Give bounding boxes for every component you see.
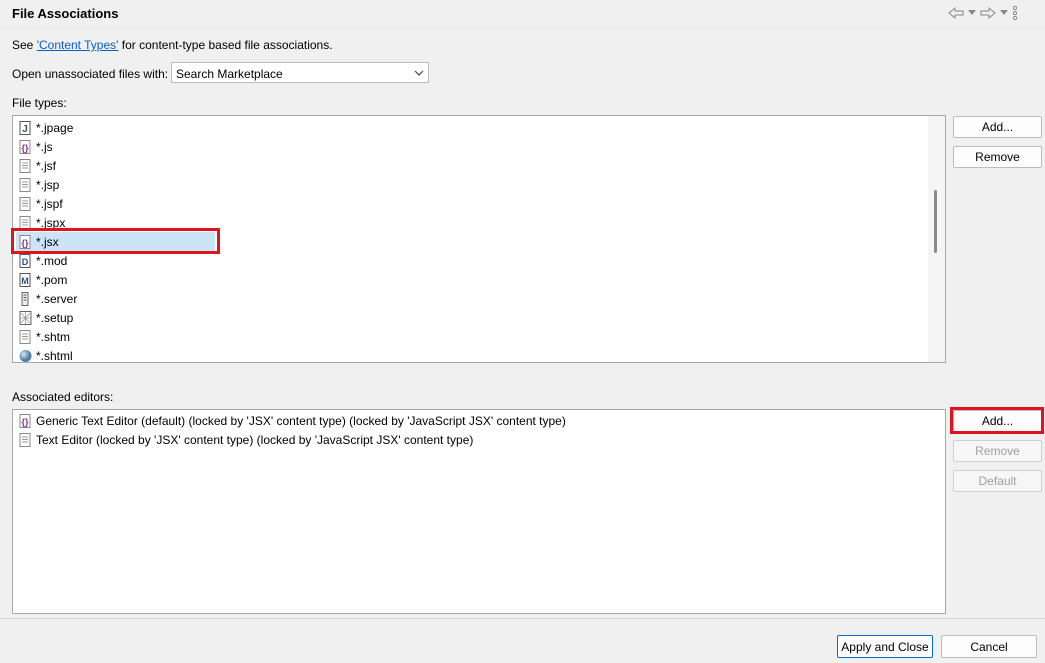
associated-editors-label: Associated editors: — [12, 390, 114, 404]
list-item-label: *.jsp — [36, 177, 60, 192]
list-item[interactable]: *.jspf — [19, 194, 63, 213]
svg-text:J: J — [22, 124, 28, 135]
list-item[interactable]: *.shtm — [19, 327, 70, 346]
list-item[interactable]: D *.mod — [19, 251, 67, 270]
header-divider — [0, 28, 1045, 29]
list-item[interactable]: J *.jpage — [19, 118, 73, 137]
list-item[interactable]: *.jsf — [19, 156, 56, 175]
svg-text:{}: {} — [21, 143, 29, 153]
globe-icon — [19, 349, 32, 363]
list-item-label: *.server — [36, 291, 78, 306]
list-item[interactable]: {} Generic Text Editor (default) (locked… — [19, 411, 566, 430]
text-file-icon — [19, 432, 32, 447]
svg-text:{}: {} — [21, 238, 29, 248]
list-item-label: *.setup — [36, 310, 74, 325]
text-file-icon — [19, 329, 32, 344]
svg-text:D: D — [22, 257, 29, 267]
svg-text:M: M — [21, 276, 29, 286]
file-types-label: File types: — [12, 96, 67, 110]
apply-and-close-button[interactable]: Apply and Close — [837, 635, 933, 658]
list-item[interactable]: Text Editor (locked by 'JSX' content typ… — [19, 430, 473, 449]
select-value: Search Marketplace — [176, 67, 283, 81]
list-item[interactable]: {} *.js — [19, 137, 53, 156]
text-file-icon — [19, 177, 32, 192]
file-types-add-button[interactable]: Add... — [953, 116, 1042, 138]
list-item-label: *.jsx — [36, 234, 59, 249]
list-item-label: Text Editor (locked by 'JSX' content typ… — [36, 432, 474, 447]
forward-dropdown-icon[interactable] — [1000, 5, 1008, 21]
d-file-icon: D — [19, 253, 32, 268]
list-item[interactable]: *.jspx — [19, 213, 65, 232]
list-item-label: *.mod — [36, 253, 68, 268]
chevron-down-icon — [414, 67, 424, 81]
text-file-icon — [19, 158, 32, 173]
list-item-label: *.jpage — [36, 120, 74, 135]
js-file-icon: {} — [19, 234, 32, 249]
setup-file-icon — [19, 310, 32, 325]
scrollbar-thumb[interactable] — [934, 190, 937, 253]
list-item-label: *.jspx — [36, 215, 66, 230]
associated-editors-list[interactable]: {} Generic Text Editor (default) (locked… — [12, 409, 946, 614]
text-file-icon — [19, 215, 32, 230]
list-item-label: *.js — [36, 139, 53, 154]
hint-prefix: See — [12, 38, 37, 52]
js-file-icon: {} — [19, 139, 32, 154]
list-item[interactable]: *.jsp — [19, 175, 59, 194]
content-types-hint: See 'Content Types' for content-type bas… — [12, 38, 333, 52]
footer-divider — [0, 618, 1045, 619]
editors-default-button[interactable]: Default — [953, 470, 1042, 492]
server-file-icon — [19, 291, 32, 306]
hint-suffix: for content-type based file associations… — [118, 38, 333, 52]
editors-add-button[interactable]: Add... — [953, 410, 1042, 432]
editors-remove-button[interactable]: Remove — [953, 440, 1042, 462]
list-item[interactable]: *.shtml — [19, 346, 73, 363]
content-types-link[interactable]: 'Content Types' — [37, 38, 119, 52]
cancel-button[interactable]: Cancel — [941, 635, 1037, 658]
forward-arrow-icon[interactable] — [980, 5, 996, 21]
page-title: File Associations — [12, 6, 119, 21]
list-item[interactable]: *.setup — [19, 308, 73, 327]
list-item-label: *.shtml — [36, 348, 73, 363]
text-file-icon — [19, 196, 32, 211]
back-arrow-icon[interactable] — [948, 5, 964, 21]
list-item-selected[interactable]: {} *.jsx — [16, 232, 215, 251]
file-types-list[interactable]: J *.jpage {} *.js *.jsf *.jsp *.jspf *.j… — [12, 115, 946, 363]
list-item-label: *.shtm — [36, 329, 71, 344]
list-item[interactable]: *.server — [19, 289, 77, 308]
nav-toolbar — [948, 5, 1018, 21]
js-file-icon: {} — [19, 413, 32, 428]
list-item-label: *.jspf — [36, 196, 63, 211]
open-unassociated-label: Open unassociated files with: — [12, 67, 169, 81]
list-item[interactable]: M *.pom — [19, 270, 67, 289]
svg-text:{}: {} — [21, 417, 29, 427]
more-options-icon[interactable] — [1012, 5, 1018, 21]
back-dropdown-icon[interactable] — [968, 5, 976, 21]
file-types-remove-button[interactable]: Remove — [953, 146, 1042, 168]
java-file-icon: J — [19, 120, 32, 135]
list-item-label: *.jsf — [36, 158, 57, 173]
list-item-label: *.pom — [36, 272, 68, 287]
maven-file-icon: M — [19, 272, 32, 287]
open-unassociated-select[interactable]: Search Marketplace — [171, 62, 429, 83]
list-item-label: Generic Text Editor (default) (locked by… — [36, 413, 566, 428]
